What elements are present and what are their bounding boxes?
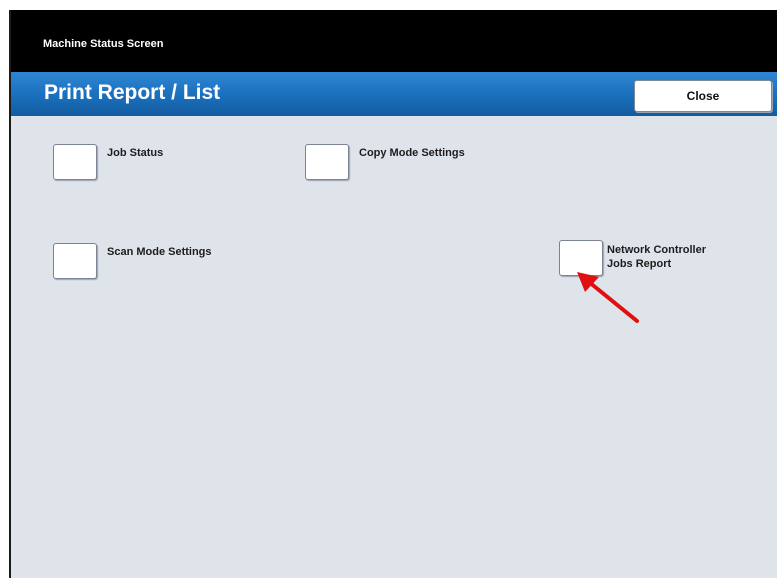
- scan-mode-settings-checkbox[interactable]: [53, 243, 97, 279]
- option-copy-mode-settings[interactable]: Copy Mode Settings: [305, 144, 465, 180]
- option-label: Scan Mode Settings: [107, 246, 212, 258]
- status-bar-title: Machine Status Screen: [43, 38, 164, 50]
- machine-status-screen: Machine Status Screen Print Report / Lis…: [9, 10, 777, 578]
- option-label-line1: Network Controller: [607, 244, 707, 256]
- job-status-checkbox[interactable]: [53, 144, 97, 180]
- pointer-arrow-icon: [577, 272, 639, 323]
- status-bar: Machine Status Screen: [11, 10, 777, 72]
- title-bar: Print Report / List Close: [11, 72, 777, 116]
- option-label: Copy Mode Settings: [359, 147, 465, 159]
- copy-mode-settings-checkbox[interactable]: [305, 144, 349, 180]
- option-job-status[interactable]: Job Status: [53, 144, 163, 180]
- page-title: Print Report / List: [44, 81, 221, 104]
- close-button[interactable]: Close: [634, 80, 772, 112]
- option-scan-mode-settings[interactable]: Scan Mode Settings: [53, 243, 212, 279]
- option-label: Job Status: [107, 147, 164, 159]
